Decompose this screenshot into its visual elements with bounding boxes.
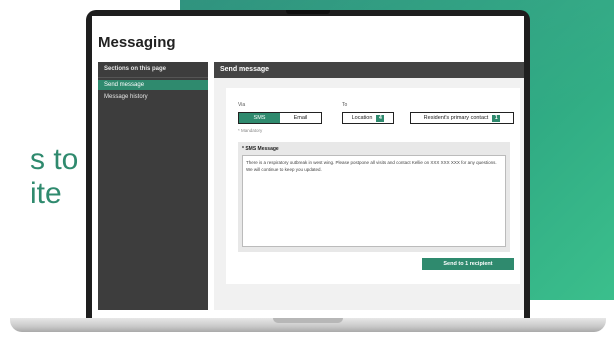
via-label: Via (238, 102, 246, 108)
camera-notch (286, 10, 330, 14)
sms-message-box: * SMS Message There is a respiratory out… (238, 142, 510, 252)
to-primary-contact-button[interactable]: Resident's primary contact 1 (410, 112, 514, 124)
main-header: Send message (214, 62, 524, 78)
send-message-card: Via SMS Email To Location 4 Resident's p… (226, 88, 520, 284)
sms-message-textarea[interactable]: There is a respiratory outbreak in west … (242, 155, 506, 247)
mandatory-note: * Mandatory (238, 128, 263, 133)
via-email-button[interactable]: Email (280, 113, 321, 123)
sidebar-header: Sections on this page (98, 62, 208, 78)
to-label: To (342, 102, 348, 108)
sidebar-item-send-message[interactable]: Send message (98, 80, 208, 90)
via-toggle: SMS Email (238, 112, 322, 124)
location-count-badge: 4 (376, 114, 385, 122)
to-primary-contact-label: Resident's primary contact (423, 115, 489, 121)
headline-line-1: s to (30, 143, 79, 176)
page-title: Messaging (98, 34, 176, 51)
primary-contact-count-badge: 1 (492, 114, 501, 122)
laptop-base-groove (273, 318, 343, 323)
sidebar: Sections on this page Send message Messa… (98, 62, 208, 310)
via-sms-button[interactable]: SMS (239, 113, 280, 123)
main-panel: Send message Via SMS Email To Location 4… (214, 62, 524, 310)
sidebar-item-message-history[interactable]: Message history (98, 92, 208, 102)
laptop-screen: Messaging Sections on this page Send mes… (92, 16, 524, 318)
laptop-base (10, 318, 606, 332)
to-location-button[interactable]: Location 4 (342, 112, 394, 124)
sms-message-label: * SMS Message (242, 146, 279, 152)
headline-line-2: ite (30, 177, 62, 210)
send-button[interactable]: Send to 1 recipient (422, 258, 514, 270)
to-location-label: Location (351, 115, 373, 121)
